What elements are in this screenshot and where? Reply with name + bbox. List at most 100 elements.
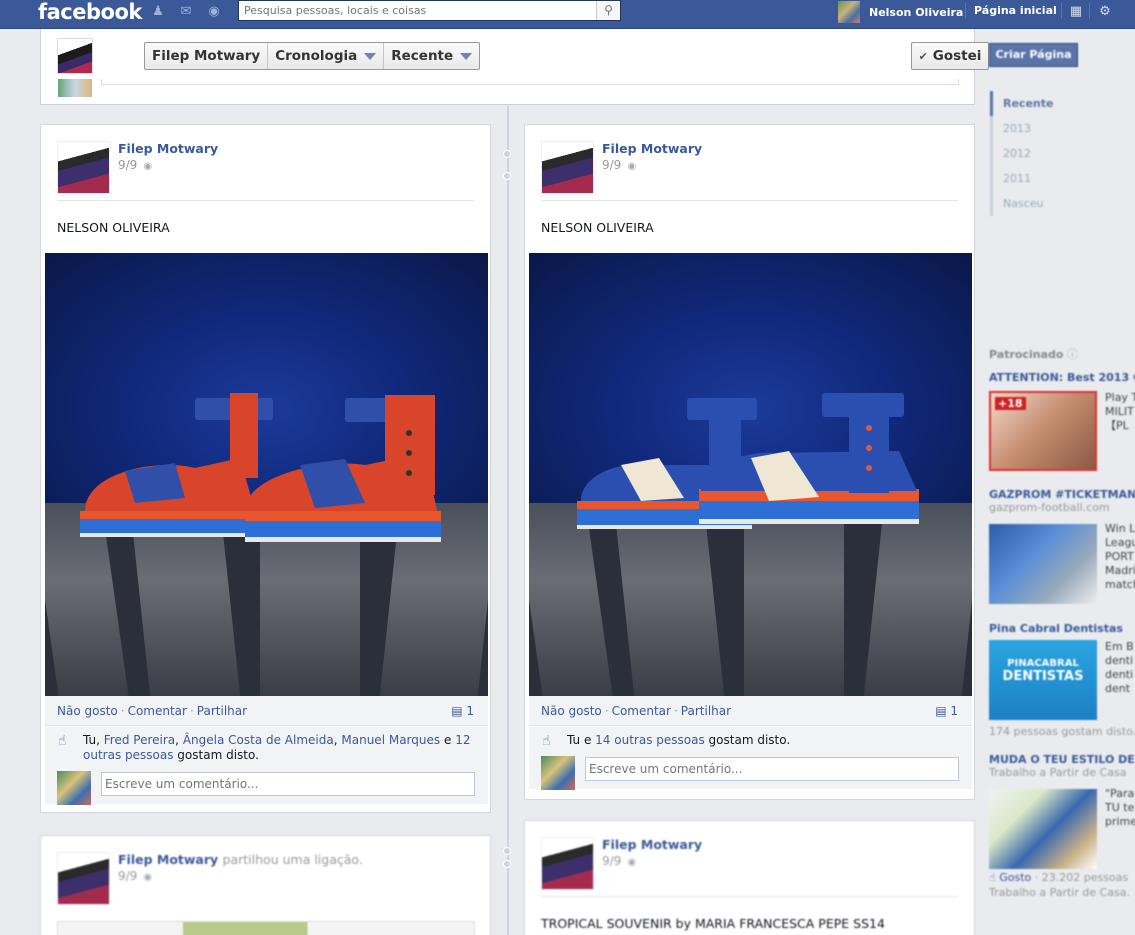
composer-avatar <box>58 79 92 97</box>
privacy-shortcuts-icon[interactable]: ▦ <box>1068 5 1084 19</box>
sole-mid <box>245 521 441 537</box>
info-icon[interactable]: ⓘ <box>1067 348 1078 361</box>
ad-title[interactable]: Pina Cabral Dentistas <box>989 622 1135 635</box>
sole-mid <box>80 519 260 533</box>
separator: · <box>673 704 678 718</box>
ad-like-link[interactable]: Gosto <box>999 871 1031 884</box>
spine-dot <box>503 172 511 180</box>
sponsored-heading: Patrocinado ⓘ <box>989 346 1135 362</box>
timeline-button[interactable]: Cronologia <box>268 43 385 69</box>
author-name[interactable]: Filep Motwary <box>118 141 218 156</box>
comment-icon: ▤ <box>451 704 463 718</box>
chevron-down-icon <box>460 52 473 60</box>
ad-item[interactable]: ATTENTION: Best 2013 G +18 Play T MILIT … <box>989 371 1135 471</box>
ad-item[interactable]: GAZPROM #TICKETMAN gazprom-football.com … <box>989 488 1135 604</box>
unlike-link[interactable]: Não gosto <box>57 704 118 718</box>
sole-top <box>80 511 260 519</box>
divider <box>541 200 958 201</box>
post-meta: partilhou uma ligação. <box>222 852 363 867</box>
post-photo[interactable] <box>45 253 488 696</box>
year-nav-item[interactable]: 2011 <box>993 166 1053 191</box>
likes-summary: ☝ Tu e 14 outras pessoas gostam disto. <box>529 727 972 755</box>
year-nav-item[interactable]: 2013 <box>993 116 1053 141</box>
author-name[interactable]: Filep Motwary <box>602 837 702 852</box>
unlike-link[interactable]: Não gosto <box>541 704 602 718</box>
ad-image[interactable] <box>989 789 1097 869</box>
post-text: NELSON OLIVEIRA <box>541 220 654 235</box>
liker-link[interactable]: Fred Pereira <box>104 733 175 747</box>
comment-box <box>529 753 972 790</box>
search-icon[interactable]: ⚲ <box>596 1 620 20</box>
ad-text-line: PORT <box>1105 550 1134 563</box>
ad-item[interactable]: Pina Cabral Dentistas PINACABRAL DENTIST… <box>989 622 1135 738</box>
home-link[interactable]: Página inicial <box>974 4 1057 17</box>
post-date-text[interactable]: 9/9 <box>118 158 137 172</box>
comment-input[interactable] <box>101 772 475 796</box>
ad-subtitle: Trabalho a Partir de Casa <box>989 766 1127 779</box>
eyelet <box>406 450 412 456</box>
post-photo[interactable] <box>529 253 972 696</box>
post-date-text[interactable]: 9/9 <box>118 869 137 883</box>
liker-link[interactable]: Ângela Costa de Almeida <box>183 733 334 747</box>
ad-title[interactable]: GAZPROM #TICKETMAN <box>989 488 1135 501</box>
comment-count[interactable]: ▤ 1 <box>451 704 474 718</box>
facebook-logo[interactable]: facebook <box>38 0 142 25</box>
ad-footer: ☝ Gosto · 23.202 pessoas <box>989 871 1129 884</box>
ad-image[interactable]: PINACABRAL DENTISTAS <box>989 640 1097 720</box>
ad-image[interactable] <box>989 524 1097 604</box>
ad-text-line: "Para <box>1105 787 1135 800</box>
search-input[interactable] <box>239 1 594 20</box>
friend-requests-icon[interactable]: ♟ <box>150 5 166 19</box>
comment-input[interactable] <box>585 757 959 781</box>
comment-link[interactable]: Comentar <box>612 704 671 718</box>
page-profile-picture[interactable] <box>57 38 93 74</box>
settings-gear-icon[interactable]: ⚙ <box>1097 5 1113 19</box>
ad-text-line: dent <box>1105 682 1131 695</box>
author-avatar[interactable] <box>57 852 110 905</box>
page-name-button[interactable]: Filep Motwary <box>145 43 269 69</box>
shared-link-preview[interactable] <box>57 921 475 935</box>
shoes-illustration <box>577 393 919 529</box>
ad-text-line: TU te <box>1105 801 1135 814</box>
ad-item[interactable]: MUDA O TEU ESTILO DE Trabalho a Partir d… <box>989 753 1135 899</box>
post-date-text[interactable]: 9/9 <box>602 158 621 172</box>
likes-you: Tu <box>567 733 581 747</box>
author-avatar[interactable] <box>541 837 594 890</box>
spine-dot <box>503 150 511 158</box>
liker-link[interactable]: Manuel Marques <box>341 733 440 747</box>
post-card: Filep Motwary partilhou uma ligação. 9/9… <box>40 835 491 935</box>
post-date: 9/9 ◉ <box>118 158 152 172</box>
comment-link[interactable]: Comentar <box>128 704 187 718</box>
profile-link[interactable]: Nelson Oliveira <box>838 0 963 24</box>
sole-mid <box>699 501 919 519</box>
ad-title[interactable]: ATTENTION: Best 2013 G <box>989 371 1135 384</box>
year-nav-item[interactable]: Nasceu <box>993 191 1053 216</box>
separator <box>1061 3 1062 19</box>
sole-bottom <box>245 537 441 542</box>
author-name[interactable]: Filep Motwary <box>602 141 702 156</box>
comment-count-text: 1 <box>466 704 474 718</box>
share-link[interactable]: Partilhar <box>197 704 247 718</box>
thumbs-up-icon: ☝ <box>542 733 551 749</box>
recent-button[interactable]: Recente <box>384 43 479 69</box>
post-card: Filep Motwary 9/9 ◉ TROPICAL SOUVENIR by … <box>524 820 975 935</box>
author-avatar[interactable] <box>541 141 594 194</box>
timeline-spine <box>507 106 509 935</box>
other-likers-link[interactable]: 14 outras pessoas <box>595 733 705 747</box>
separator <box>1089 3 1090 19</box>
notifications-icon[interactable]: ◉ <box>206 5 222 19</box>
comment-count[interactable]: ▤ 1 <box>935 704 958 718</box>
year-nav-item[interactable]: Recente <box>990 91 1053 116</box>
author-name[interactable]: Filep Motwary <box>118 852 218 867</box>
thumbs-up-icon: ☝ <box>989 871 996 884</box>
year-nav-item[interactable]: 2012 <box>993 141 1053 166</box>
share-link[interactable]: Partilhar <box>681 704 731 718</box>
likes-separator: , <box>333 733 338 747</box>
ad-badge: +18 <box>995 397 1026 410</box>
author-avatar[interactable] <box>57 141 110 194</box>
ad-image[interactable]: +18 <box>989 391 1097 471</box>
ad-title[interactable]: MUDA O TEU ESTILO DE <box>989 753 1135 766</box>
post-date-text[interactable]: 9/9 <box>602 854 621 868</box>
create-page-button[interactable]: Criar Página <box>989 43 1078 67</box>
messages-icon[interactable]: ✉ <box>178 5 194 19</box>
